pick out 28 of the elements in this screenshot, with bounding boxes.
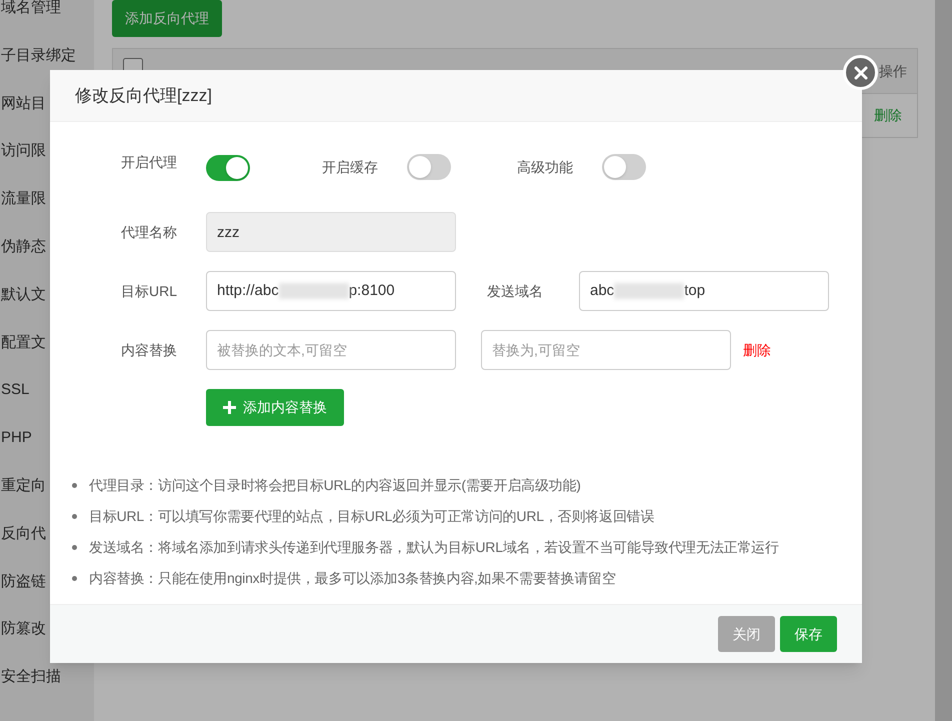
bullet-icon (72, 576, 77, 581)
toggle-switch[interactable] (407, 154, 451, 180)
field-label: 目标URL (121, 282, 178, 300)
field-label: 代理名称 (121, 222, 178, 242)
note-text: 内容替换：只能在使用nginx时提供，最多可以添加3条替换内容,如果不需要替换请留空 (89, 569, 616, 588)
note-text: 代理目录：访问这个目录时将会把目标URL的内容返回并显示(需要开启高级功能) (89, 476, 581, 495)
replace-to-field[interactable]: 替换为,可留空 (481, 330, 731, 370)
sidebar-item[interactable]: 安全扫描 (0, 667, 94, 717)
toggle-switch[interactable] (602, 154, 646, 180)
note-text: 发送域名：将域名添加到请求头传递到代理服务器，默认为目标URL域名，若设置不当可能导致代理无法正常运行 (89, 538, 779, 557)
send-domain-field[interactable]: abc top (579, 271, 829, 311)
table-header: 操作 (879, 62, 907, 80)
bullet-icon (72, 514, 77, 519)
delete-link[interactable]: 删除 (743, 340, 771, 360)
toggle-switch[interactable] (206, 155, 250, 181)
sidebar-item[interactable]: 域名管理 (0, 0, 94, 48)
toggle-label: 开启代理 (121, 153, 178, 172)
bullet-icon (72, 483, 77, 488)
toggle-label: 高级功能 (517, 158, 574, 177)
plus-icon (223, 401, 236, 414)
note-text: 目标URL：可以填写你需要代理的站点，目标URL必须为可正常访问的URL，否则将返回错误 (89, 507, 654, 526)
field-label: 内容替换 (121, 340, 178, 360)
field-label: 发送域名 (486, 282, 544, 300)
target-url-field[interactable]: http://abc p:8100 (206, 271, 456, 311)
replace-from-field[interactable]: 被替换的文本,可留空 (206, 330, 456, 370)
dialog-title: 修改反向代理[zzz] (75, 84, 212, 107)
bullet-icon (72, 545, 77, 550)
toggle-label: 开启缓存 (322, 158, 379, 177)
